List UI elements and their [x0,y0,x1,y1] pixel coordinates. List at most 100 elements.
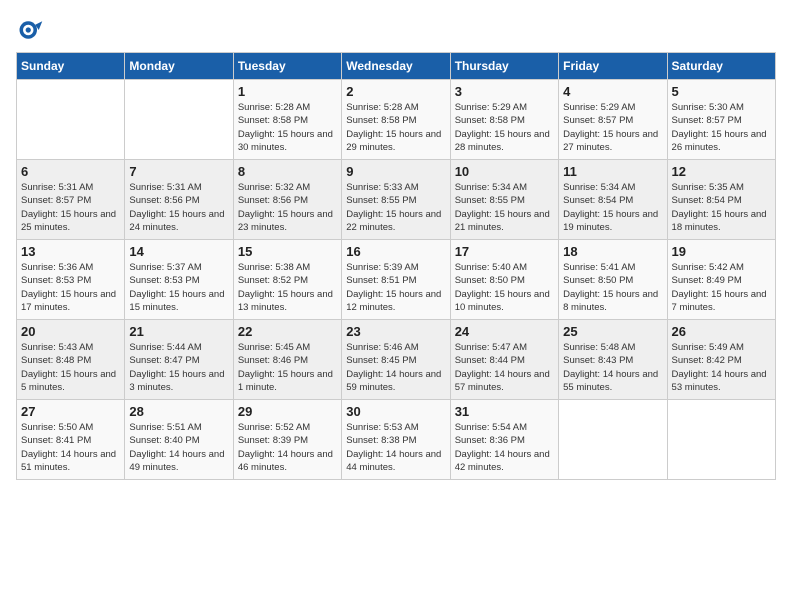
weekday-header-sunday: Sunday [17,53,125,80]
day-info: Sunrise: 5:53 AMSunset: 8:38 PMDaylight:… [346,421,445,474]
calendar-cell: 2 Sunrise: 5:28 AMSunset: 8:58 PMDaylight… [342,80,450,160]
calendar-cell: 5Sunrise: 5:30 AMSunset: 8:57 PMDaylight… [667,80,775,160]
logo [16,16,48,44]
day-number: 13 [21,244,120,259]
calendar-cell: 27 Sunrise: 5:50 AMSunset: 8:41 PMDayligh… [17,400,125,480]
day-number: 22 [238,324,337,339]
day-info: Sunrise: 5:52 AMSunset: 8:39 PMDaylight:… [238,421,337,474]
logo-icon [16,16,44,44]
day-number: 5 [672,84,771,99]
day-number: 23 [346,324,445,339]
day-number: 11 [563,164,662,179]
calendar-cell: 25 Sunrise: 5:48 AMSunset: 8:43 PMDayligh… [559,320,667,400]
calendar-cell: 11 Sunrise: 5:34 AMSunset: 8:54 PMDayligh… [559,160,667,240]
day-info: Sunrise: 5:32 AMSunset: 8:56 PMDaylight:… [238,181,337,234]
day-number: 19 [672,244,771,259]
day-info: Sunrise: 5:29 AMSunset: 8:58 PMDaylight:… [455,101,554,154]
day-number: 16 [346,244,445,259]
calendar-cell: 26Sunrise: 5:49 AMSunset: 8:42 PMDayligh… [667,320,775,400]
calendar-cell: 29 Sunrise: 5:52 AMSunset: 8:39 PMDayligh… [233,400,341,480]
day-number: 4 [563,84,662,99]
weekday-header-row: SundayMondayTuesdayWednesdayThursdayFrid… [17,53,776,80]
day-info: Sunrise: 5:34 AMSunset: 8:54 PMDaylight:… [563,181,662,234]
day-info: Sunrise: 5:28 AMSunset: 8:58 PMDaylight:… [238,101,337,154]
day-info: Sunrise: 5:28 AMSunset: 8:58 PMDaylight:… [346,101,445,154]
day-info: Sunrise: 5:41 AMSunset: 8:50 PMDaylight:… [563,261,662,314]
day-info: Sunrise: 5:31 AMSunset: 8:57 PMDaylight:… [21,181,120,234]
calendar-cell: 18 Sunrise: 5:41 AMSunset: 8:50 PMDayligh… [559,240,667,320]
day-number: 30 [346,404,445,419]
calendar-cell: 20 Sunrise: 5:43 AMSunset: 8:48 PMDayligh… [17,320,125,400]
day-info: Sunrise: 5:31 AMSunset: 8:56 PMDaylight:… [129,181,228,234]
day-info: Sunrise: 5:54 AMSunset: 8:36 PMDaylight:… [455,421,554,474]
calendar-cell: 14 Sunrise: 5:37 AMSunset: 8:53 PMDayligh… [125,240,233,320]
day-number: 10 [455,164,554,179]
day-info: Sunrise: 5:29 AMSunset: 8:57 PMDaylight:… [563,101,662,154]
calendar-cell: 23Sunrise: 5:46 AMSunset: 8:45 PMDayligh… [342,320,450,400]
calendar-cell: 15 Sunrise: 5:38 AMSunset: 8:52 PMDayligh… [233,240,341,320]
calendar-cell [125,80,233,160]
day-info: Sunrise: 5:40 AMSunset: 8:50 PMDaylight:… [455,261,554,314]
day-info: Sunrise: 5:45 AMSunset: 8:46 PMDaylight:… [238,341,337,394]
day-number: 28 [129,404,228,419]
day-info: Sunrise: 5:49 AMSunset: 8:42 PMDaylight:… [672,341,771,394]
day-number: 31 [455,404,554,419]
day-number: 2 [346,84,445,99]
day-number: 3 [455,84,554,99]
day-number: 21 [129,324,228,339]
calendar-body: 1Sunrise: 5:28 AMSunset: 8:58 PMDaylight… [17,80,776,480]
calendar-cell [667,400,775,480]
day-number: 27 [21,404,120,419]
calendar-cell [17,80,125,160]
calendar-week-1: 1Sunrise: 5:28 AMSunset: 8:58 PMDaylight… [17,80,776,160]
day-info: Sunrise: 5:50 AMSunset: 8:41 PMDaylight:… [21,421,120,474]
weekday-header-thursday: Thursday [450,53,558,80]
day-info: Sunrise: 5:47 AMSunset: 8:44 PMDaylight:… [455,341,554,394]
weekday-header-friday: Friday [559,53,667,80]
calendar-cell: 13 Sunrise: 5:36 AMSunset: 8:53 PMDayligh… [17,240,125,320]
day-info: Sunrise: 5:48 AMSunset: 8:43 PMDaylight:… [563,341,662,394]
weekday-header-tuesday: Tuesday [233,53,341,80]
day-number: 18 [563,244,662,259]
day-number: 20 [21,324,120,339]
weekday-header-wednesday: Wednesday [342,53,450,80]
day-number: 29 [238,404,337,419]
calendar-cell: 1Sunrise: 5:28 AMSunset: 8:58 PMDaylight… [233,80,341,160]
calendar-cell: 12Sunrise: 5:35 AMSunset: 8:54 PMDayligh… [667,160,775,240]
day-number: 8 [238,164,337,179]
calendar-cell: 16 Sunrise: 5:39 AMSunset: 8:51 PMDayligh… [342,240,450,320]
calendar-cell: 8 Sunrise: 5:32 AMSunset: 8:56 PMDaylight… [233,160,341,240]
day-info: Sunrise: 5:44 AMSunset: 8:47 PMDaylight:… [129,341,228,394]
day-info: Sunrise: 5:34 AMSunset: 8:55 PMDaylight:… [455,181,554,234]
calendar-cell: 3 Sunrise: 5:29 AMSunset: 8:58 PMDaylight… [450,80,558,160]
calendar-cell: 4 Sunrise: 5:29 AMSunset: 8:57 PMDaylight… [559,80,667,160]
calendar-cell: 28 Sunrise: 5:51 AMSunset: 8:40 PMDayligh… [125,400,233,480]
day-info: Sunrise: 5:42 AMSunset: 8:49 PMDaylight:… [672,261,771,314]
calendar-cell: 7 Sunrise: 5:31 AMSunset: 8:56 PMDaylight… [125,160,233,240]
day-number: 6 [21,164,120,179]
day-info: Sunrise: 5:51 AMSunset: 8:40 PMDaylight:… [129,421,228,474]
calendar-week-4: 20 Sunrise: 5:43 AMSunset: 8:48 PMDayligh… [17,320,776,400]
day-number: 14 [129,244,228,259]
day-info: Sunrise: 5:38 AMSunset: 8:52 PMDaylight:… [238,261,337,314]
day-number: 15 [238,244,337,259]
calendar-cell: 17 Sunrise: 5:40 AMSunset: 8:50 PMDayligh… [450,240,558,320]
day-info: Sunrise: 5:39 AMSunset: 8:51 PMDaylight:… [346,261,445,314]
calendar-cell: 31 Sunrise: 5:54 AMSunset: 8:36 PMDayligh… [450,400,558,480]
calendar-cell: 21 Sunrise: 5:44 AMSunset: 8:47 PMDayligh… [125,320,233,400]
day-number: 17 [455,244,554,259]
day-info: Sunrise: 5:36 AMSunset: 8:53 PMDaylight:… [21,261,120,314]
day-number: 24 [455,324,554,339]
calendar-cell: 30 Sunrise: 5:53 AMSunset: 8:38 PMDayligh… [342,400,450,480]
day-info: Sunrise: 5:33 AMSunset: 8:55 PMDaylight:… [346,181,445,234]
day-number: 25 [563,324,662,339]
day-number: 7 [129,164,228,179]
calendar-cell: 6 Sunrise: 5:31 AMSunset: 8:57 PMDaylight… [17,160,125,240]
calendar-cell: 9 Sunrise: 5:33 AMSunset: 8:55 PMDaylight… [342,160,450,240]
day-number: 9 [346,164,445,179]
day-info: Sunrise: 5:43 AMSunset: 8:48 PMDaylight:… [21,341,120,394]
day-info: Sunrise: 5:35 AMSunset: 8:54 PMDaylight:… [672,181,771,234]
header [16,16,776,44]
calendar-cell [559,400,667,480]
day-info: Sunrise: 5:37 AMSunset: 8:53 PMDaylight:… [129,261,228,314]
